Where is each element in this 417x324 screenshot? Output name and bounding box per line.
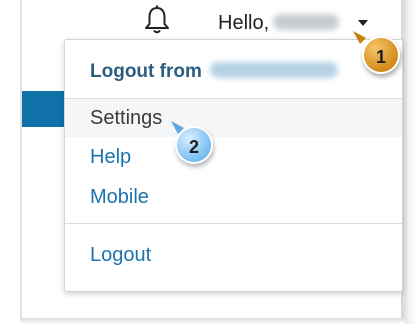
step-callout-2: 2 [175, 126, 213, 164]
account-name-redacted [209, 62, 338, 79]
step-callout-1: 1 [362, 36, 400, 74]
menu-item-settings[interactable]: Settings [65, 99, 402, 137]
user-greeting[interactable]: Hello, [218, 8, 340, 38]
menu-item-logout[interactable]: Logout [65, 236, 402, 274]
caret-down-icon[interactable] [357, 18, 369, 28]
callout-number: 2 [188, 137, 199, 157]
bell-icon[interactable] [143, 5, 171, 35]
menu-item-mobile[interactable]: Mobile [65, 178, 402, 216]
greeting-text: Hello, [218, 12, 270, 34]
menu-item-label: Logout [90, 244, 152, 266]
callout-number: 1 [375, 47, 386, 67]
page-right-shadow [401, 0, 417, 324]
menu-item-label: Help [90, 146, 132, 168]
menu-item-label: Mobile [90, 186, 149, 208]
menu-item-label: Settings [90, 107, 163, 129]
user-dropdown-menu: Logout from Settings Help Mobile Logout [64, 39, 403, 292]
user-name-redacted [273, 13, 340, 30]
menu-item-help[interactable]: Help [65, 138, 402, 176]
page-left-border [20, 0, 22, 324]
page-bottom-shadow [20, 318, 405, 324]
logout-from-label: Logout from [90, 61, 202, 82]
menu-divider [65, 223, 402, 224]
logout-from-header: Logout from [65, 52, 402, 92]
